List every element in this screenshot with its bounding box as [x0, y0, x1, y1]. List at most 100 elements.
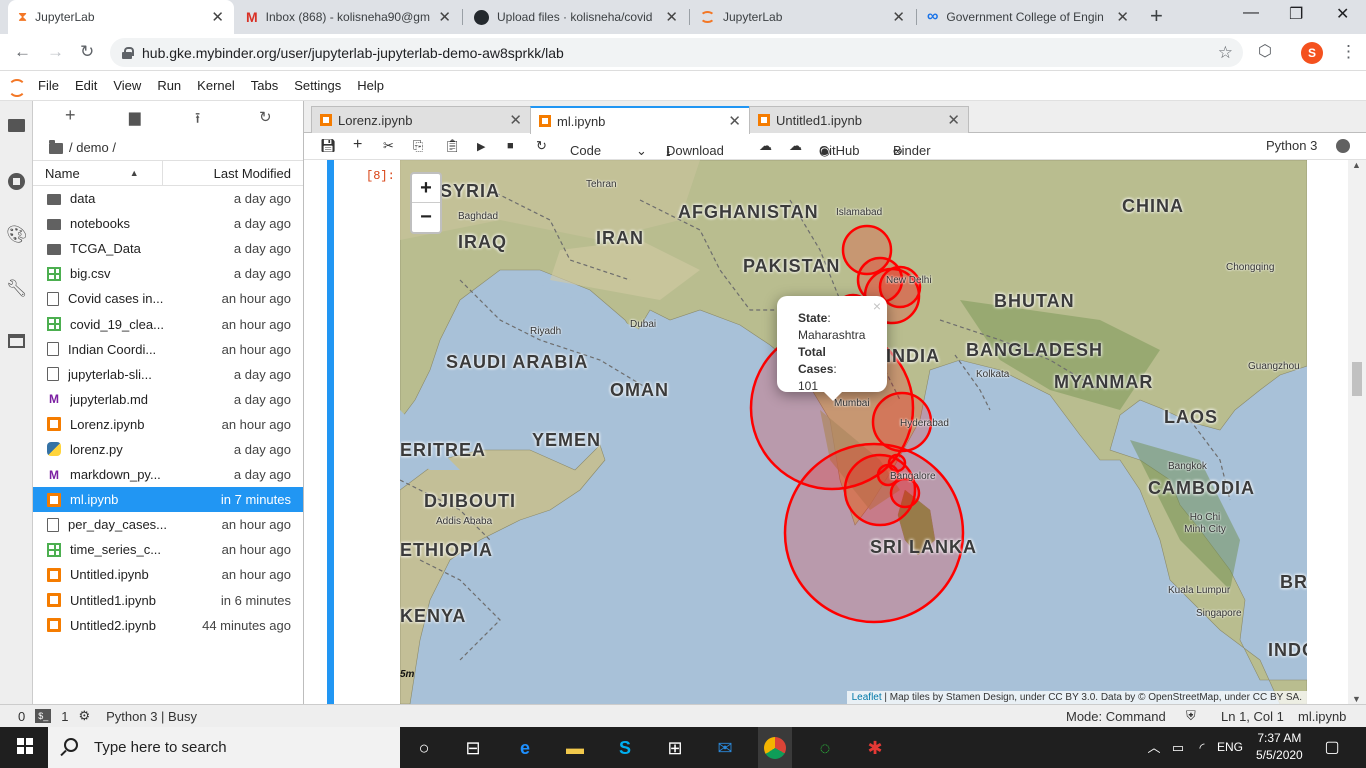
copy-icon[interactable]: ⎘ [413, 138, 423, 154]
scrollbar-thumb[interactable] [1352, 362, 1362, 396]
zoom-out-button[interactable]: − [412, 203, 440, 232]
url-bar[interactable]: hub.gke.mybinder.org/user/jupyterlab-jup… [110, 38, 1243, 67]
upload-icon[interactable]: ⭱ [195, 108, 200, 133]
file-list-item[interactable]: Untitled1.ipynb in 6 minutes [33, 588, 303, 613]
file-list-item[interactable]: TCGA_Data a day ago [33, 236, 303, 261]
wifi-icon[interactable]: ◜ [1190, 736, 1214, 760]
stop-icon[interactable]: ■ [507, 140, 514, 152]
notebook-scrollbar[interactable]: ▲ ▼ [1348, 160, 1366, 704]
task-view-icon[interactable]: ⊟ [461, 736, 485, 760]
file-list-item[interactable]: Lorenz.ipynb an hour ago [33, 412, 303, 437]
kernel-gear-icon[interactable]: ⚙ [78, 708, 90, 724]
minimize-icon[interactable]: — [1243, 4, 1259, 22]
new-launcher-plus-icon[interactable]: + [65, 105, 76, 126]
leaflet-link[interactable]: Leaflet [852, 692, 882, 703]
tray-chevron-up-icon[interactable]: ︿ [1142, 736, 1166, 760]
language-indicator[interactable]: ENG [1217, 740, 1243, 754]
windows-start-icon[interactable] [13, 736, 37, 760]
menu-edit[interactable]: Edit [75, 78, 97, 93]
menu-run[interactable]: Run [157, 78, 181, 93]
cloud-download-icon[interactable]: ☁ [759, 138, 772, 154]
file-list-item[interactable]: covid_19_clea... an hour ago [33, 311, 303, 336]
browser-tab-gmail[interactable]: M Inbox (868) - kolisneha90@gm ✕ [236, 0, 461, 34]
file-list-item[interactable]: notebooks a day ago [33, 211, 303, 236]
close-icon[interactable]: ✕ [438, 8, 451, 26]
insert-cell-plus-icon[interactable]: + [353, 136, 362, 154]
cloud-upload-icon[interactable]: ☁ [789, 138, 802, 154]
chrome-icon[interactable] [758, 727, 792, 768]
mail-icon[interactable]: ✉ [713, 736, 737, 760]
tab-lorenz[interactable]: Lorenz.ipynb ✕ [311, 106, 531, 133]
tab-untitled1[interactable]: Untitled1.ipynb ✕ [749, 106, 969, 133]
file-list-item[interactable]: Mjupyterlab.md a day ago [33, 387, 303, 412]
file-list-item[interactable]: per_day_cases... an hour ago [33, 512, 303, 537]
save-icon[interactable]: 💾︎ [320, 138, 337, 154]
file-list-item[interactable]: time_series_c... an hour ago [33, 537, 303, 562]
refresh-icon[interactable]: ↻ [259, 108, 272, 126]
browser-tab-github[interactable]: Upload files · kolisneha/covid ✕ [464, 0, 688, 34]
close-icon[interactable]: ✕ [1116, 8, 1129, 26]
file-list-item[interactable]: Untitled.ipynb an hour ago [33, 562, 303, 587]
forward-arrow-icon[interactable]: → [47, 42, 64, 62]
file-list-item[interactable]: Mmarkdown_py... a day ago [33, 462, 303, 487]
close-icon[interactable]: ✕ [509, 111, 522, 129]
new-tab-plus-icon[interactable]: + [1150, 3, 1163, 29]
menu-view[interactable]: View [113, 78, 141, 93]
profile-avatar[interactable]: S [1301, 42, 1323, 64]
file-list-item[interactable]: jupyterlab-sli... a day ago [33, 362, 303, 387]
breadcrumb[interactable]: / demo / [33, 134, 303, 160]
wrench-icon[interactable]: 🔧︎ [6, 279, 28, 299]
shield-check-icon[interactable]: ⛨ [1186, 708, 1196, 724]
zoom-in-button[interactable]: + [412, 174, 440, 203]
file-list-item[interactable]: big.csv a day ago [33, 261, 303, 286]
tab-ml[interactable]: ml.ipynb ✕ [530, 106, 750, 134]
taskbar-clock[interactable]: 7:37 AM 5/5/2020 [1256, 730, 1303, 764]
menu-kernel[interactable]: Kernel [197, 78, 235, 93]
running-stop-icon[interactable] [6, 173, 26, 193]
app-web-icon[interactable]: ✱ [863, 736, 887, 760]
kernel-name[interactable]: Python 3 [1266, 138, 1317, 153]
file-list-item[interactable]: Covid cases in... an hour ago [33, 286, 303, 311]
popup-close-button[interactable]: × [873, 298, 881, 315]
notebook-cell[interactable]: [8]: AFGHANISTAN CHINA IRAN IRAQ PAKISTA… [304, 160, 1366, 704]
paste-icon[interactable]: 📋︎ [444, 138, 461, 154]
column-last-modified[interactable]: Last Modified [214, 166, 291, 181]
file-list-item[interactable]: Indian Coordi... an hour ago [33, 337, 303, 362]
file-list-item[interactable]: Untitled2.ipynb 44 minutes ago [33, 613, 303, 638]
cut-icon[interactable]: ✂ [383, 138, 394, 154]
close-icon[interactable]: ✕ [211, 8, 224, 26]
reload-icon[interactable]: ↻ [80, 42, 94, 62]
scroll-up-icon[interactable]: ▲ [1352, 160, 1361, 170]
menu-help[interactable]: Help [357, 78, 384, 93]
browser-tab-jupyterlab-2[interactable]: JupyterLab ✕ [690, 0, 915, 34]
window-close-icon[interactable]: ✕ [1336, 4, 1349, 24]
skype-icon[interactable]: S [613, 736, 637, 760]
cursor-position[interactable]: Ln 1, Col 1 [1221, 709, 1284, 724]
file-list-item[interactable]: data a day ago [33, 186, 303, 211]
store-icon[interactable]: ⊞ [663, 736, 687, 760]
app-ring-icon[interactable]: ◌ [813, 736, 837, 760]
back-arrow-icon[interactable]: ← [14, 42, 31, 62]
file-list-item[interactable]: ml.ipynb in 7 minutes [33, 487, 303, 513]
taskbar-search-box[interactable]: Type here to search [48, 727, 400, 768]
browser-tab-jupyterlab[interactable]: ⧗ JupyterLab ✕ [8, 0, 234, 34]
new-folder-icon[interactable]: ▆ [129, 108, 141, 126]
restart-icon[interactable]: ↻ [536, 138, 547, 154]
browser-tab-college[interactable]: ∞ Government College of Engin ✕ [917, 0, 1139, 34]
file-list-item[interactable]: lorenz.py a day ago [33, 437, 303, 462]
file-explorer-icon[interactable]: ▬ [563, 736, 587, 760]
run-icon[interactable]: ▶ [477, 140, 485, 153]
leaflet-map[interactable]: AFGHANISTAN CHINA IRAN IRAQ PAKISTAN BHUTAN IN… [400, 160, 1307, 704]
close-icon[interactable]: ✕ [665, 8, 678, 26]
browser-menu-icon[interactable]: ⋮ [1340, 42, 1357, 62]
menu-settings[interactable]: Settings [294, 78, 341, 93]
battery-icon[interactable]: ▭ [1166, 736, 1190, 760]
notification-icon[interactable]: ▢ [1320, 736, 1344, 760]
tabs-icon[interactable] [6, 333, 26, 353]
close-icon[interactable]: ✕ [728, 112, 741, 130]
extension-cube-icon[interactable]: ⬡ [1258, 41, 1272, 61]
menu-file[interactable]: File [38, 78, 59, 93]
terminal-icon[interactable]: $_ [35, 709, 52, 723]
cortana-circle-icon[interactable]: ○ [412, 736, 436, 760]
close-icon[interactable]: ✕ [947, 111, 960, 129]
